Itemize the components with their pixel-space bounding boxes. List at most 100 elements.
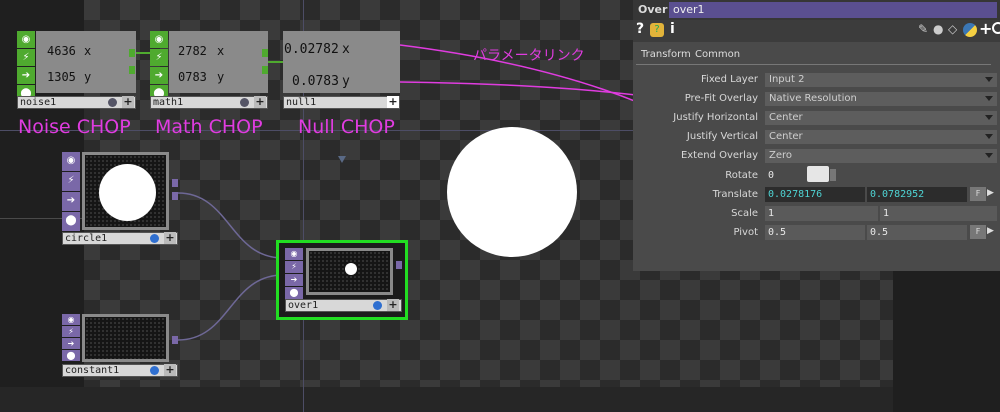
- viewer-icon[interactable]: ◉: [62, 314, 80, 325]
- circle-top-node[interactable]: ◉ ⚡ ➔ ⬤ circle1 +: [62, 152, 178, 245]
- bypass-icon[interactable]: ⚡: [62, 172, 80, 191]
- null-y-label: y: [342, 74, 350, 89]
- constant-output-connector[interactable]: [172, 336, 178, 344]
- bypass-icon[interactable]: ⚡: [62, 326, 80, 337]
- translate-f-button[interactable]: F: [970, 187, 986, 201]
- circle-add-icon[interactable]: +: [164, 232, 176, 244]
- tab-transform[interactable]: Transform: [641, 49, 691, 60]
- circle-display-toggle[interactable]: [150, 234, 159, 243]
- constant-add-icon[interactable]: +: [164, 364, 176, 376]
- viewer-icon[interactable]: ◉: [17, 31, 35, 48]
- over-node-label[interactable]: over1: [285, 299, 402, 312]
- display-icon[interactable]: ➔: [285, 274, 303, 286]
- viewer-icon[interactable]: ◉: [62, 152, 80, 171]
- param-extend-dropdown[interactable]: Zero: [765, 149, 997, 163]
- edit-icon[interactable]: ✎: [918, 22, 928, 36]
- param-pivot-y-field[interactable]: 0.5: [867, 225, 967, 240]
- tab-common[interactable]: Common: [695, 49, 740, 60]
- param-label-rotate: Rotate: [725, 170, 758, 181]
- viewer-icon[interactable]: ◉: [285, 248, 303, 260]
- param-pivot-x-field[interactable]: 0.5: [765, 225, 865, 240]
- param-scale-x-field[interactable]: 1: [765, 206, 878, 221]
- constant-display-toggle[interactable]: [150, 366, 159, 375]
- math-display-toggle[interactable]: [240, 98, 249, 107]
- operator-type: Over: [638, 3, 668, 16]
- target-icon[interactable]: [992, 22, 1000, 34]
- circle-output-connector[interactable]: [172, 179, 178, 187]
- null-node-label[interactable]: null1: [283, 96, 400, 109]
- noise-node-label[interactable]: noise1: [17, 96, 136, 109]
- noise-x-label: x: [84, 44, 92, 58]
- lock-icon[interactable]: ⬤: [285, 287, 303, 299]
- math-node-label[interactable]: math1: [150, 96, 268, 109]
- constant-node-label[interactable]: constant1: [62, 364, 178, 377]
- math-chop-node[interactable]: ◉ ⚡ ➔ ⬤ 2782 x 0783 y math1 +: [150, 31, 268, 112]
- param-scale-y-field[interactable]: 1: [880, 206, 997, 221]
- display-icon[interactable]: ➔: [17, 67, 35, 84]
- over-output-connector[interactable]: [396, 261, 402, 269]
- noise-output-connector-2[interactable]: [129, 66, 135, 74]
- display-icon[interactable]: ➔: [150, 67, 168, 84]
- param-label-translate: Translate: [712, 189, 758, 200]
- param-label-justify-v: Justify Vertical: [686, 131, 758, 142]
- math-output-connector-2[interactable]: [262, 66, 268, 74]
- param-rotate-field[interactable]: 0: [765, 168, 803, 183]
- info-icon[interactable]: i: [670, 21, 675, 37]
- param-fixed-layer-dropdown[interactable]: Input 2: [765, 73, 997, 87]
- panel-toolbar: ? ? i ✎ ● ◇ +: [633, 19, 1000, 42]
- null-add-icon[interactable]: +: [387, 96, 399, 108]
- param-translate-x-field[interactable]: 0.0278176: [765, 187, 865, 202]
- bypass-icon[interactable]: ⚡: [17, 49, 35, 66]
- over-node-strip: ◉ ⚡ ➔ ⬤: [285, 248, 303, 300]
- python-icon[interactable]: [963, 23, 977, 37]
- math-add-icon[interactable]: +: [254, 96, 266, 108]
- param-rotate-slider-handle[interactable]: [807, 166, 829, 182]
- lock-icon[interactable]: ⬤: [62, 212, 80, 231]
- add-icon[interactable]: +: [979, 19, 992, 38]
- noise-y-value: 1305: [47, 70, 76, 84]
- math-output-connector[interactable]: [262, 49, 268, 57]
- chevron-down-icon: [985, 134, 993, 139]
- circle-node-strip: ◉ ⚡ ➔ ⬤: [62, 152, 80, 232]
- null-chop-node[interactable]: 0.02782 x 0.0783 y null1 +: [283, 31, 400, 112]
- constant-top-node[interactable]: ◉ ⚡ ➔ ⬤ constant1 +: [62, 314, 178, 379]
- bypass-icon[interactable]: ⚡: [285, 261, 303, 273]
- param-justify-v-dropdown[interactable]: Center: [765, 130, 997, 144]
- viewer-icon[interactable]: ◉: [150, 31, 168, 48]
- param-rotate-slider-track[interactable]: [830, 169, 836, 181]
- chevron-down-icon: [985, 153, 993, 158]
- bypass-icon[interactable]: ⚡: [150, 49, 168, 66]
- display-icon[interactable]: ➔: [62, 338, 80, 349]
- param-justify-h-value: Center: [769, 112, 803, 123]
- translate-arrow-icon[interactable]: ▶: [987, 188, 994, 198]
- param-translate-y-field[interactable]: 0.0782952: [867, 187, 967, 202]
- circle-output-connector-2[interactable]: [172, 192, 178, 200]
- pivot-f-button[interactable]: F: [970, 225, 986, 239]
- noise-display-toggle[interactable]: [108, 98, 117, 107]
- comment-icon[interactable]: ●: [933, 22, 943, 36]
- circle-thumbnail-shape: [99, 164, 156, 221]
- chevron-down-icon: [985, 96, 993, 101]
- tab-divider: [636, 64, 991, 65]
- over-add-icon[interactable]: +: [387, 299, 399, 311]
- wire-circle-over: [177, 192, 284, 259]
- noise-add-icon[interactable]: +: [122, 96, 134, 108]
- noise-y-label: y: [84, 70, 92, 84]
- circle-node-label[interactable]: circle1: [62, 232, 178, 245]
- param-justify-h-dropdown[interactable]: Center: [765, 111, 997, 125]
- pivot-arrow-icon[interactable]: ▶: [987, 226, 994, 236]
- param-label-scale: Scale: [731, 208, 758, 219]
- noise-chop-node[interactable]: ◉ ⚡ ➔ ⬤ 4636 x 1305 y noise1 +: [17, 31, 136, 112]
- param-label-extend: Extend Overlay: [680, 150, 758, 161]
- display-icon[interactable]: ➔: [62, 192, 80, 211]
- python-help-icon[interactable]: ?: [650, 23, 664, 37]
- over-top-node[interactable]: ◉ ⚡ ➔ ⬤ over1 +: [276, 240, 408, 320]
- tag-icon[interactable]: ◇: [948, 22, 957, 36]
- over-display-toggle[interactable]: [373, 301, 382, 310]
- param-prefit-dropdown[interactable]: Native Resolution: [765, 92, 997, 106]
- help-icon[interactable]: ?: [636, 21, 644, 37]
- noise-output-connector[interactable]: [129, 49, 135, 57]
- lock-icon[interactable]: ⬤: [62, 350, 80, 361]
- chevron-down-icon: [985, 115, 993, 120]
- operator-name-field[interactable]: over1: [669, 2, 997, 18]
